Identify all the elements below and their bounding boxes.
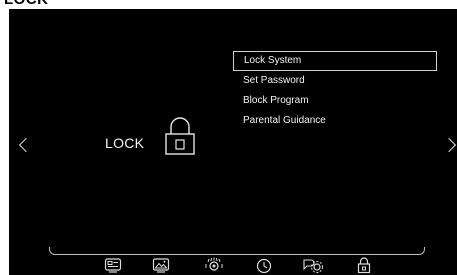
bottom-divider xyxy=(49,247,425,255)
picture-icon[interactable] xyxy=(152,256,170,274)
section-label: LOCK xyxy=(105,135,145,151)
menu-item-set-password[interactable]: Set Password xyxy=(233,71,437,91)
channel-icon[interactable] xyxy=(104,256,122,274)
lock-icon[interactable] xyxy=(356,256,372,274)
left-arrow-icon[interactable] xyxy=(18,137,34,153)
menu-item-block-program[interactable]: Block Program xyxy=(233,91,437,111)
padlock-icon xyxy=(165,117,195,155)
menu-item-parental-guidance[interactable]: Parental Guidance xyxy=(233,111,437,131)
page-header xyxy=(0,0,457,9)
bottom-menu-bar xyxy=(9,256,457,275)
page-title: LOCK xyxy=(4,0,49,8)
sound-icon[interactable] xyxy=(204,256,224,274)
right-arrow-icon[interactable] xyxy=(441,137,457,153)
tv-screen: LOCK Lock System Set Password Block Prog… xyxy=(9,9,457,275)
time-icon[interactable] xyxy=(255,256,273,274)
lock-menu: Lock System Set Password Block Program P… xyxy=(233,51,437,131)
menu-item-lock-system[interactable]: Lock System xyxy=(233,51,437,71)
setup-icon[interactable] xyxy=(302,256,326,274)
